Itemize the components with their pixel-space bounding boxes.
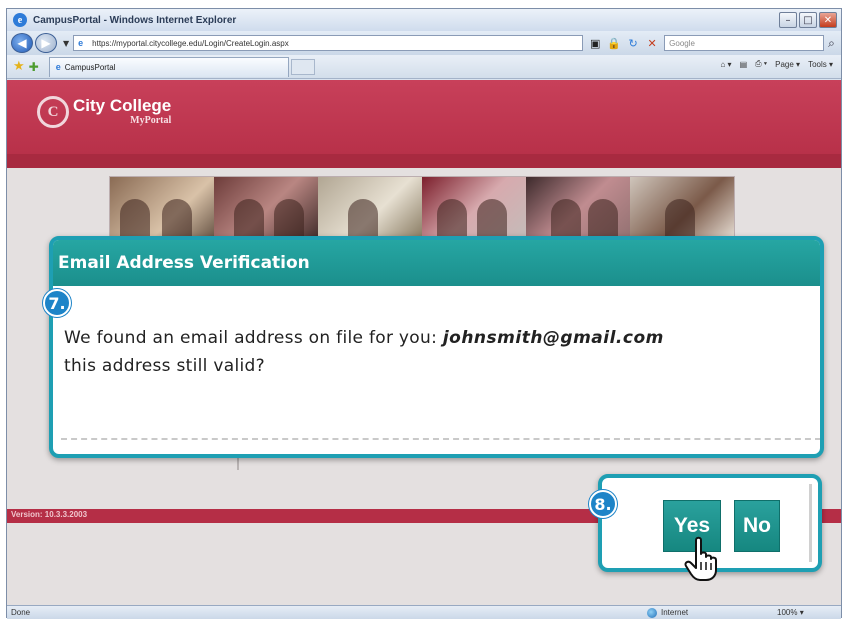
- lock-icon[interactable]: 🔒: [606, 35, 622, 51]
- logo-sub: MyPortal: [130, 115, 172, 126]
- email-verification-dialog: Email Address Verification We found an e…: [49, 236, 824, 458]
- dialog-message: We found an email address on file for yo…: [64, 324, 820, 380]
- title-bar: e CampusPortal - Windows Internet Explor…: [7, 9, 841, 31]
- tab-favicon-icon: e: [55, 62, 61, 72]
- message-prefix: We found an email address on file for yo…: [64, 328, 438, 348]
- banner-photo: [318, 177, 422, 245]
- tools-menu[interactable]: Tools ▾: [808, 60, 833, 69]
- step-badge-8: 8.: [589, 490, 617, 518]
- portal-header: C City College MyPortal: [7, 80, 841, 168]
- window-title: CampusPortal - Windows Internet Explorer: [33, 14, 237, 26]
- tab-label: CampusPortal: [64, 62, 116, 72]
- globe-icon: [647, 607, 657, 618]
- panel-edge: [809, 484, 812, 562]
- search-icon[interactable]: ⌕: [828, 36, 835, 51]
- new-tab-button[interactable]: [290, 58, 315, 75]
- chevron-down-icon[interactable]: ▼: [63, 39, 69, 48]
- no-button[interactable]: No: [734, 500, 780, 552]
- favorites-bar: ★ ✚ e CampusPortal ⌂ ▾ ▤ ⎙ ▾ Page ▾ Tool…: [7, 55, 841, 79]
- url-text: https://myportal.citycollege.edu/Login/C…: [92, 38, 289, 48]
- back-arrow-icon[interactable]: ◀: [11, 33, 33, 53]
- star-icon[interactable]: ★: [13, 59, 25, 74]
- add-favorite-icon[interactable]: ✚: [29, 60, 39, 74]
- banner-photo: [630, 177, 734, 245]
- status-bar: Done Internet 100% ▾: [7, 605, 841, 619]
- zone-label: Internet: [661, 608, 689, 617]
- search-input[interactable]: Google: [664, 35, 825, 51]
- page-favicon-icon: e: [78, 38, 84, 48]
- url-input[interactable]: e https://myportal.citycollege.edu/Login…: [73, 35, 584, 51]
- status-text: Done: [11, 608, 31, 617]
- header-band: [7, 154, 841, 168]
- zoom-level[interactable]: 100% ▾: [777, 608, 804, 617]
- maximize-icon[interactable]: □: [799, 12, 817, 28]
- forward-arrow-icon[interactable]: ▶: [35, 33, 57, 53]
- college-seal-icon: C: [37, 96, 69, 128]
- college-logo[interactable]: C City College MyPortal: [37, 96, 171, 128]
- banner-photo: [110, 177, 214, 245]
- logo-name: City College: [73, 96, 172, 115]
- print-icon[interactable]: ⎙ ▾: [755, 59, 767, 69]
- hand-pointer-icon: [684, 536, 717, 581]
- security-zone: Internet: [647, 607, 689, 618]
- stop-icon[interactable]: ✕: [644, 35, 660, 51]
- page-menu[interactable]: Page ▾: [775, 60, 800, 69]
- banner-photo: [422, 177, 526, 245]
- tab-campusportal[interactable]: e CampusPortal: [48, 56, 289, 77]
- version-text: Version: 10.3.3.2003: [11, 510, 88, 519]
- message-suffix: this address still valid?: [64, 356, 265, 376]
- minimize-icon[interactable]: –: [779, 12, 797, 28]
- dialog-header: Email Address Verification: [53, 240, 820, 286]
- feeds-icon[interactable]: ▤: [740, 60, 748, 69]
- address-bar: ◀ ▶ ▼ e https://myportal.citycollege.edu…: [7, 31, 841, 55]
- ie-logo-icon: e: [13, 13, 27, 27]
- window-controls: – □ ✕: [779, 12, 837, 28]
- step-badge-7: 7.: [43, 289, 71, 317]
- close-icon[interactable]: ✕: [819, 12, 837, 28]
- banner-photo: [526, 177, 630, 245]
- banner-photo: [214, 177, 318, 245]
- compat-view-icon[interactable]: ▣: [587, 35, 603, 51]
- command-bar: ⌂ ▾ ▤ ⎙ ▾ Page ▾ Tools ▾: [721, 59, 834, 69]
- dialog-title: Email Address Verification: [58, 253, 310, 273]
- home-icon[interactable]: ⌂ ▾: [721, 60, 732, 69]
- refresh-icon[interactable]: ↻: [625, 35, 641, 51]
- email-address: johnsmith@gmail.com: [442, 328, 664, 348]
- search-placeholder: Google: [669, 38, 695, 48]
- dialog-divider: [61, 438, 820, 440]
